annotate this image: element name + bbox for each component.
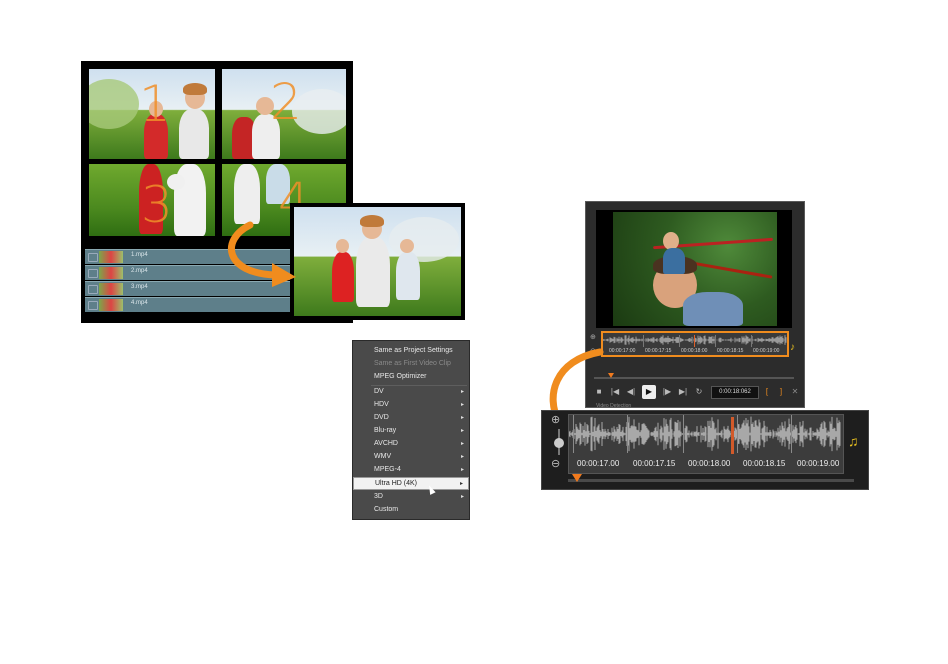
clip-thumbnail [99, 283, 123, 295]
menu-item-hdv[interactable]: HDV ▸ [353, 399, 469, 412]
chevron-right-icon: ▸ [460, 441, 464, 447]
zoom-in-icon[interactable]: ⊕ [590, 333, 596, 341]
playhead-marker[interactable] [694, 335, 695, 347]
time-divider [715, 335, 716, 347]
scrub-knob[interactable] [608, 373, 614, 378]
quadrant-3[interactable]: 3 [89, 164, 215, 236]
next-frame-icon[interactable]: |▶ [662, 387, 672, 397]
player-panel: ⊕ ⊖ 00:00:17:00 00:00:17:15 00:00:18:00 … [585, 201, 805, 409]
menu-item-custom[interactable]: Custom [353, 504, 469, 517]
track-icon [88, 253, 98, 262]
timecode-tick: 00:00:18.15 [743, 459, 786, 468]
chevron-right-icon: ▸ [460, 428, 464, 434]
time-divider [643, 335, 644, 347]
clip-name: 2.mp4 [131, 268, 148, 274]
clip-thumbnail [99, 299, 123, 311]
zoom-out-icon[interactable]: ⊖ [551, 457, 560, 470]
clip-thumbnail [99, 251, 123, 263]
timecode-tick: 00:00:17.15 [633, 459, 676, 468]
chevron-right-icon: ▸ [460, 415, 464, 421]
mini-audio-waveform[interactable]: 00:00:17:00 00:00:17:15 00:00:18:00 00:0… [601, 331, 789, 357]
scrub-bar[interactable] [594, 377, 794, 379]
menu-item-mpeg-4[interactable]: MPEG-4 ▸ [353, 464, 469, 477]
timecode-tick: 00:00:18:00 [681, 348, 708, 354]
mark-out-icon[interactable]: ] [776, 387, 786, 397]
playhead-marker[interactable] [731, 417, 734, 454]
zoom-in-icon[interactable]: ⊕ [551, 413, 560, 426]
play-icon[interactable]: ▶ [642, 385, 656, 399]
quadrant-2[interactable]: 2 [222, 69, 346, 159]
previous-frame-icon[interactable]: ◀| [626, 387, 636, 397]
time-divider [627, 415, 628, 453]
menu-item-blu-ray[interactable]: Blu-ray ▸ [353, 425, 469, 438]
format-menu: Same as Project Settings Same as First V… [352, 340, 470, 520]
menu-item-ultra-hd[interactable]: Ultra HD (4K) ▸ [353, 477, 469, 490]
timecode-tick: 00:00:17:15 [645, 348, 672, 354]
menu-item-3d[interactable]: 3D ▸ [353, 491, 469, 504]
audio-waveform-panel: ⊕ ⊖ 00:00:17.00 00:00:17.15 00:00:18.00 … [541, 410, 869, 490]
waveform-graphic [569, 416, 841, 452]
time-divider [751, 335, 752, 347]
playback-controls: ■ |◀ ◀| ▶ |▶ ▶| ↻ 0:00:18:062 [ ] ✕ [594, 385, 799, 401]
chevron-right-icon: ▸ [460, 494, 464, 500]
zoom-slider-knob[interactable] [554, 438, 564, 448]
repeat-icon[interactable]: ↻ [694, 387, 704, 397]
menu-item-same-as-first-clip: Same as First Video Clip [374, 360, 451, 367]
clip-name: 1.mp4 [131, 252, 148, 258]
time-divider [573, 415, 574, 453]
quadrant-number: 1 [139, 75, 171, 133]
chevron-right-icon: ▸ [460, 454, 464, 460]
track-icon [88, 269, 98, 278]
video-preview[interactable] [596, 210, 792, 328]
chevron-right-icon: ▸ [460, 389, 464, 395]
time-divider [683, 415, 684, 453]
waveform-graphic [603, 335, 787, 345]
scrub-bar[interactable] [568, 479, 854, 482]
clip-name: 3.mp4 [131, 284, 148, 290]
timecode-tick: 00:00:19.00 [797, 459, 840, 468]
timecode-tick: 00:00:17.00 [577, 459, 620, 468]
timecode-tick: 00:00:18.00 [688, 459, 731, 468]
timecode-tick: 00:00:17:00 [609, 348, 636, 354]
clip-thumbnail [99, 267, 123, 279]
close-icon[interactable]: ✕ [790, 387, 800, 397]
music-note-icon: ♪ [790, 342, 795, 353]
go-to-start-icon[interactable]: |◀ [610, 387, 620, 397]
time-divider [737, 415, 738, 453]
chevron-right-icon: ▸ [460, 402, 464, 408]
go-to-end-icon[interactable]: ▶| [678, 387, 688, 397]
track-icon [88, 285, 98, 294]
combined-preview [290, 203, 465, 320]
track-icon [88, 301, 98, 310]
chevron-right-icon: ▸ [460, 467, 464, 473]
menu-item-avchd[interactable]: AVCHD ▸ [353, 438, 469, 451]
quadrant-number: 3 [141, 176, 173, 234]
zoom-control: ⊕ ⊖ [548, 413, 568, 471]
quadrant-number: 2 [270, 73, 302, 131]
music-note-icon: ♫ [848, 433, 859, 449]
chevron-right-icon: ▸ [459, 481, 463, 487]
time-divider [791, 415, 792, 453]
mark-in-icon[interactable]: [ [762, 387, 772, 397]
time-divider [679, 335, 680, 347]
menu-item-same-as-project[interactable]: Same as Project Settings [353, 345, 469, 358]
scrub-knob[interactable] [572, 474, 582, 482]
timecode-display[interactable]: 0:00:18:062 [711, 386, 759, 399]
clip-name: 4.mp4 [131, 300, 148, 306]
quadrant-1[interactable]: 1 [89, 69, 215, 159]
timecode-tick: 00:00:18:15 [717, 348, 744, 354]
menu-item-dv[interactable]: DV ▸ [353, 386, 469, 399]
menu-item-dvd[interactable]: DVD ▸ [353, 412, 469, 425]
track-row[interactable]: 4.mp4 [85, 297, 295, 312]
menu-item-mpeg-optimizer[interactable]: MPEG Optimizer [353, 371, 469, 384]
menu-item-wmv[interactable]: WMV ▸ [353, 451, 469, 464]
curved-arrow-icon [228, 221, 296, 287]
timecode-tick: 00:00:19:00 [753, 348, 780, 354]
audio-waveform[interactable]: 00:00:17.00 00:00:17.15 00:00:18.00 00:0… [568, 414, 844, 474]
